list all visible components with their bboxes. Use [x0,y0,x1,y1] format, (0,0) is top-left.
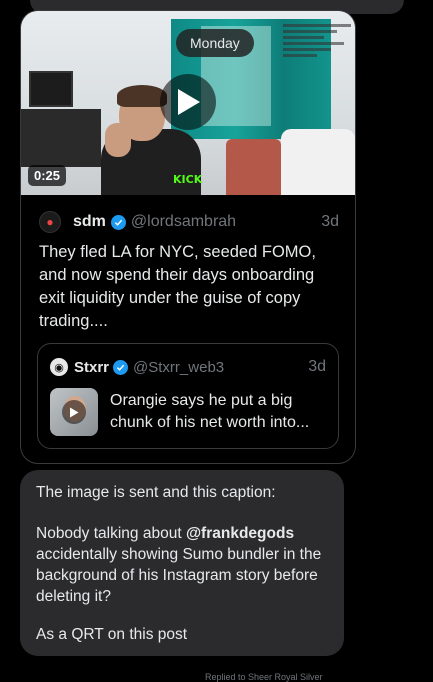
avatar[interactable]: ◉ [50,358,68,376]
quoted-author-name: Stxrr [74,358,110,376]
post-text: They fled LA for NYC, seeded FOMO, and n… [39,243,316,330]
message-line-1: The image is sent and this caption: [36,484,276,501]
shelf [21,109,101,167]
avatar[interactable]: ● [39,211,61,233]
video-duration: 0:25 [28,165,67,186]
play-icon [178,89,200,115]
verified-badge-icon [113,359,129,375]
message-line-2: Nobody talking about @frankdegods accide… [36,525,322,605]
quoted-post-header: ◉ Stxrr @Stxrr_web3 3d [50,358,326,376]
date-separator: Monday [176,29,254,57]
author-handle[interactable]: @lordsambrah [131,213,236,231]
video-watermark: KICK [173,173,203,186]
author-name[interactable]: sdm [73,213,106,231]
quoted-post-text: Orangie says he put a big chunk of his n… [110,392,310,431]
reply-context: Replied to Sheer Royal Silver [205,672,323,682]
chair [226,139,281,195]
shared-post-card[interactable]: KICK 0:25 Monday ● sdm @lordsambrah 3d T… [20,10,356,464]
play-button[interactable] [160,74,216,130]
verified-badge-icon [110,214,126,230]
message-bubble[interactable]: The image is sent and this caption: Nobo… [20,470,344,656]
post-header: ● sdm @lordsambrah 3d [39,211,339,233]
quoted-post-time: 3d [308,358,326,375]
quoted-author-handle: @Stxrr_web3 [133,358,225,376]
tv [29,71,73,107]
play-icon [62,400,86,424]
post-time: 3d [321,213,339,230]
couch [281,129,355,195]
quoted-video-thumbnail[interactable] [50,388,98,436]
message-line-3: As a QRT on this post [36,626,188,643]
stream-chat-overlay [283,21,351,81]
quoted-post[interactable]: ◉ Stxrr @Stxrr_web3 3d Orangie says he p… [37,343,339,449]
mention-link[interactable]: @frankdegods [186,525,294,542]
